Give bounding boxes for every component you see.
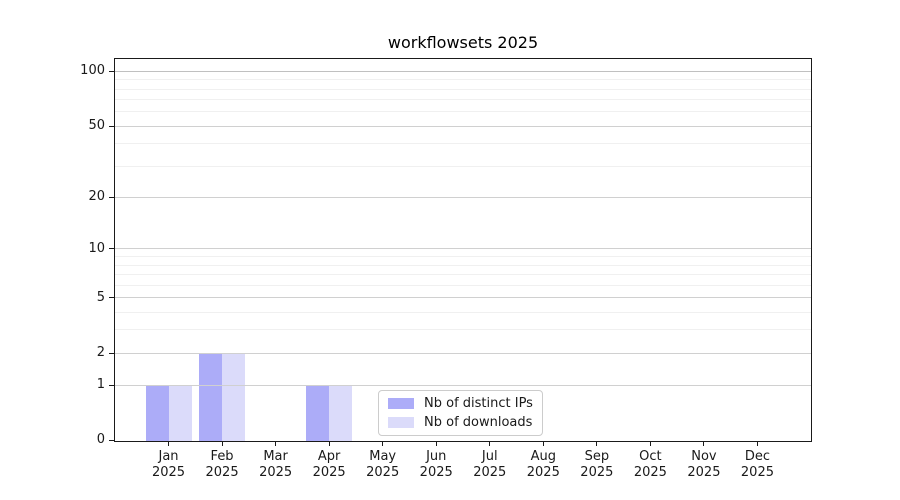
y-tick-mark-0	[109, 439, 114, 441]
legend-swatch	[388, 417, 414, 428]
y-tick-mark-20	[109, 196, 114, 198]
legend-swatch	[388, 398, 414, 409]
gridline-y-70	[115, 99, 811, 101]
x-tick-mark-dec	[756, 441, 758, 446]
x-tick-mark-sep	[596, 441, 598, 446]
y-tick-label-100: 100	[80, 63, 105, 79]
y-tick-mark-1	[109, 384, 114, 386]
legend: Nb of distinct IPs Nb of downloads	[378, 390, 543, 436]
gridline-y-9	[115, 256, 811, 258]
gridline-y-4	[115, 311, 811, 313]
gridline-y-20	[115, 196, 811, 198]
y-tick-label-2: 2	[96, 345, 105, 361]
gridline-y-60	[115, 111, 811, 113]
y-tick-label-1: 1	[96, 377, 105, 393]
y-tick-mark-100	[109, 70, 114, 72]
x-tick-mark-may	[382, 441, 384, 446]
gridline-y-100	[115, 70, 811, 72]
x-tick-mark-jun	[435, 441, 437, 446]
x-tick-mark-apr	[328, 441, 330, 446]
gridline-y-40	[115, 143, 811, 145]
x-tick-label-dec: Dec 2025	[740, 449, 774, 480]
x-tick-mark-aug	[542, 441, 544, 446]
bar-jan-nb-of-distinct-ips	[145, 385, 169, 441]
bar-feb-nb-of-distinct-ips	[199, 353, 223, 441]
chart-title: workflowsets 2025	[387, 33, 539, 52]
gridline-y-2	[115, 352, 811, 354]
bar-apr-nb-of-distinct-ips	[306, 385, 330, 441]
gridline-y-6	[115, 284, 811, 286]
x-tick-mark-jul	[489, 441, 491, 446]
y-tick-mark-50	[109, 125, 114, 127]
bar-apr-nb-of-downloads	[329, 385, 353, 441]
x-tick-mark-feb	[221, 441, 223, 446]
figure: workflowsets 2025 Nb of distinct IPs Nb …	[0, 0, 900, 500]
gridline-y-10	[115, 248, 811, 250]
x-tick-mark-nov	[703, 441, 705, 446]
gridline-y-90	[115, 79, 811, 81]
legend-label: Nb of distinct IPs	[424, 396, 533, 411]
legend-item-distinct-ips: Nb of distinct IPs	[388, 395, 533, 412]
y-tick-label-50: 50	[88, 118, 105, 134]
gridline-y-30	[115, 165, 811, 167]
gridline-y-5	[115, 297, 811, 299]
x-tick-mark-mar	[275, 441, 277, 446]
gridline-y-1	[115, 384, 811, 386]
y-tick-label-10: 10	[88, 240, 105, 256]
bar-jan-nb-of-downloads	[168, 385, 192, 441]
y-tick-mark-5	[109, 297, 114, 299]
y-tick-label-20: 20	[88, 189, 105, 205]
gridline-y-8	[115, 264, 811, 266]
y-tick-mark-2	[109, 352, 114, 354]
gridline-y-80	[115, 88, 811, 90]
bar-feb-nb-of-downloads	[222, 353, 246, 441]
x-tick-mark-jan	[168, 441, 170, 446]
gridline-y-50	[115, 125, 811, 127]
y-tick-mark-10	[109, 248, 114, 250]
y-tick-label-0: 0	[96, 432, 105, 447]
gridline-y-7	[115, 273, 811, 275]
x-tick-mark-oct	[649, 441, 651, 446]
legend-item-downloads: Nb of downloads	[388, 414, 533, 431]
y-tick-label-5: 5	[96, 289, 105, 305]
legend-label: Nb of downloads	[424, 415, 533, 430]
plot-area: Nb of distinct IPs Nb of downloads 0 1 2 5 1…	[80, 58, 812, 480]
gridline-y-3	[115, 329, 811, 331]
